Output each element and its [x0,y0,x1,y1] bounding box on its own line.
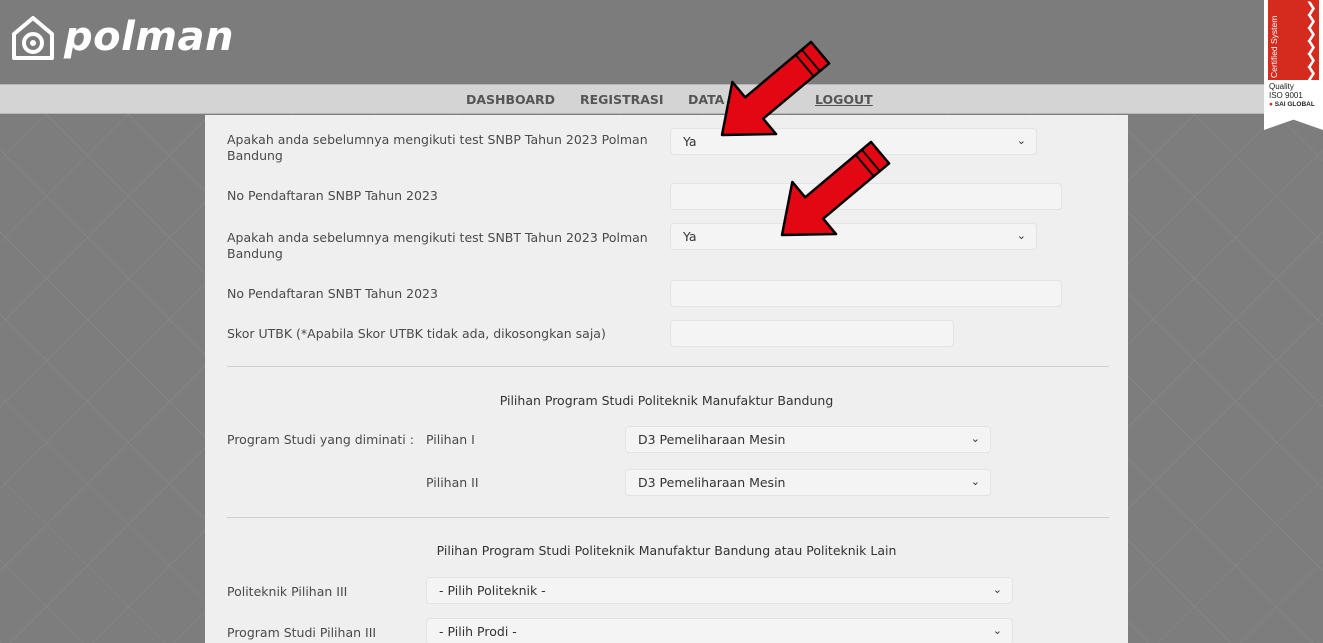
prodi-choice3-value: - Pilih Prodi - [439,624,517,639]
snbt-number-label: No Pendaftaran SNBT Tahun 2023 [227,286,438,301]
nav-dashboard[interactable]: DASHBOARD [466,92,555,107]
chevron-down-icon: ⌄ [970,475,980,488]
snbt-select-value: Ya [683,229,697,244]
chevron-down-icon: ⌄ [992,624,1002,637]
choice1-select-value: D3 Pemeliharaan Mesin [638,432,786,447]
badge-red-band: Certified System ❯ ❯ ❯ ❯ ❯ ❯ [1268,0,1319,80]
chevron-down-icon: ⌄ [1016,134,1026,147]
program-study-label: Program Studi yang diminati : [227,432,414,447]
poltek-choice3-value: - Pilih Politeknik - [439,583,546,598]
badge-quality: Quality [1269,82,1294,91]
snbp-select-value: Ya [683,134,697,149]
snbt-number-input[interactable] [670,280,1062,307]
brand-name: polman [64,14,234,60]
badge-sai: ● SAI GLOBAL [1269,101,1315,108]
section-divider [227,517,1109,518]
badge-certified-text: Certified System [1269,15,1279,78]
red-arrow-icon [780,140,891,237]
prodi-choice3-label: Program Studi Pilihan III [227,625,377,640]
choice2-select-value: D3 Pemeliharaan Mesin [638,475,786,490]
brand-logo[interactable]: polman [10,10,234,64]
section1-title: Pilihan Program Studi Politeknik Manufak… [499,393,834,408]
poltek-choice3-select[interactable]: - Pilih Politeknik - ⌄ [426,577,1013,604]
chevron-down-icon: ⌄ [970,432,980,445]
prodi-choice3-select[interactable]: - Pilih Prodi - ⌄ [426,618,1013,643]
snbt-question-label: Apakah anda sebelumnya mengikuti test SN… [227,230,648,261]
snbp-question-label: Apakah anda sebelumnya mengikuti test SN… [227,132,648,163]
section2-title: Pilihan Program Studi Politeknik Manufak… [436,543,897,558]
poltek-choice3-label: Politeknik Pilihan III [227,584,348,599]
section-divider [227,366,1109,367]
choice2-label: Pilihan II [426,475,479,490]
badge-iso: ISO 9001 [1269,91,1303,100]
polman-logo-icon [12,16,54,60]
utbk-score-input[interactable] [670,320,954,347]
badge-sai-text: SAI GLOBAL [1274,101,1315,108]
snbp-number-label: No Pendaftaran SNBP Tahun 2023 [227,188,438,203]
utbk-score-label: Skor UTBK (*Apabila Skor UTBK tidak ada,… [227,326,606,341]
main-nav: DASHBOARD REGISTRASI DATA LOGOUT [0,84,1323,114]
nav-registrasi[interactable]: REGISTRASI [580,92,664,107]
chevron-down-icon: ⌄ [1016,229,1026,242]
choice2-select[interactable]: D3 Pemeliharaan Mesin ⌄ [625,469,991,496]
header: polman [0,0,1323,84]
chevron-down-icon: ⌄ [992,583,1002,596]
iso-certification-badge: Certified System ❯ ❯ ❯ ❯ ❯ ❯ Quality ISO 9001… [1264,0,1323,130]
choice1-label: Pilihan I [426,432,475,447]
chevron-pattern-icon: ❯ ❯ ❯ ❯ ❯ ❯ [1305,0,1317,80]
choice1-select[interactable]: D3 Pemeliharaan Mesin ⌄ [625,426,991,453]
